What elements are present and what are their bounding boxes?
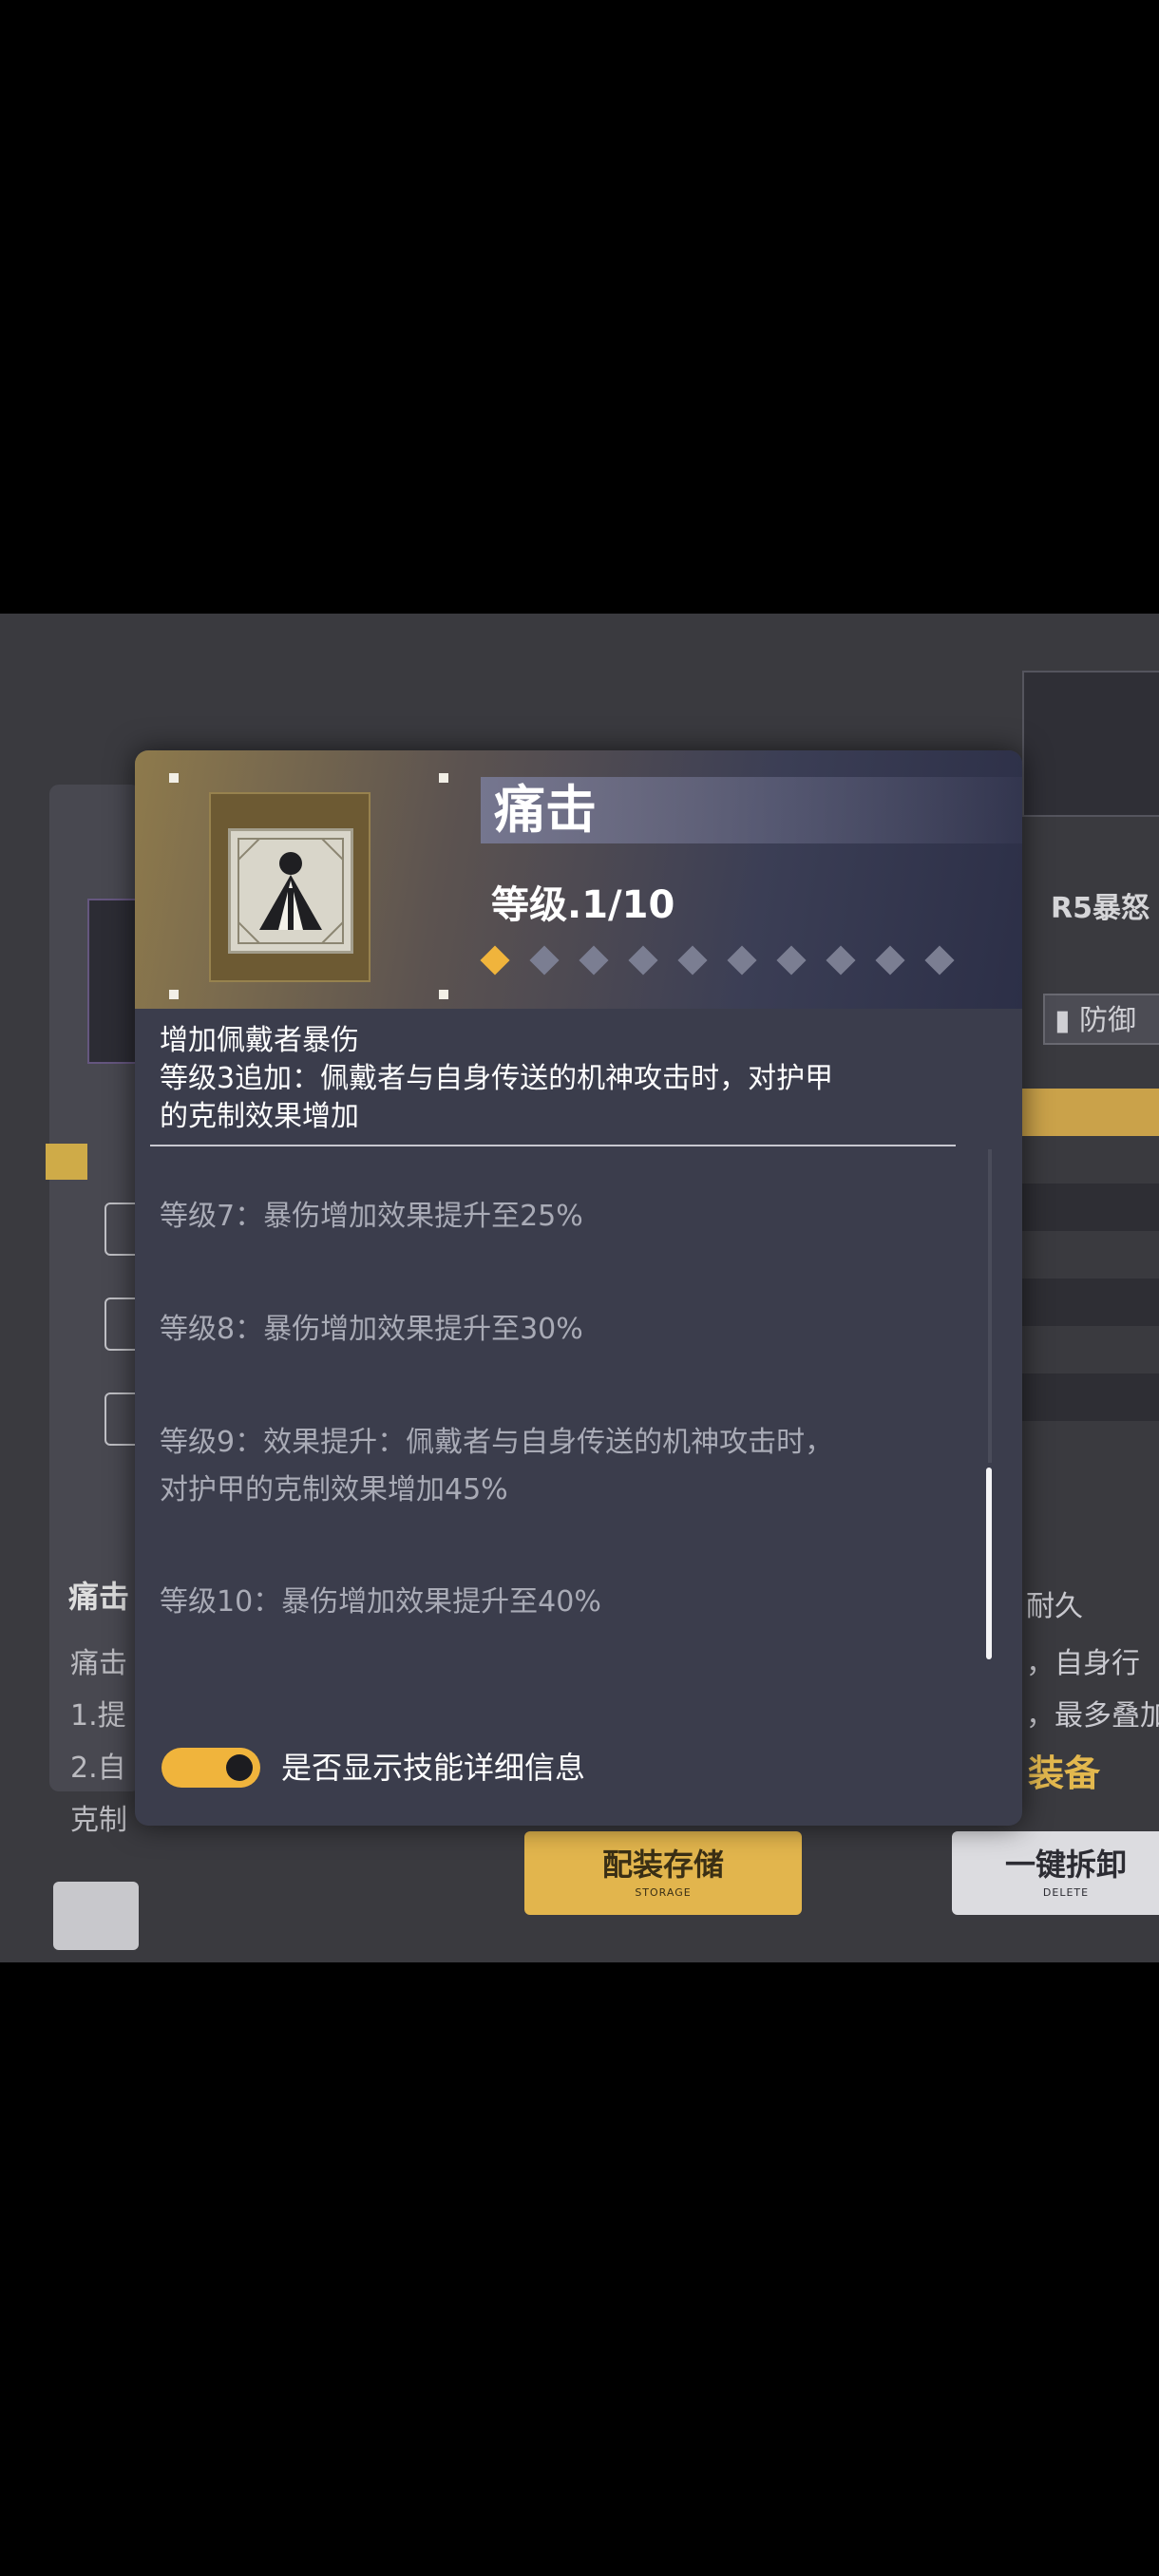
- background-text-line: ，最多叠加: [1026, 1699, 1159, 1733]
- background-left-panel: 痛击 痛击 1.提 2.自 克制: [46, 785, 148, 1950]
- level-diamond-empty: [875, 945, 905, 975]
- level-diamond-empty: [579, 945, 609, 975]
- skill-icon: [228, 828, 353, 954]
- background-skill-title: 痛击: [68, 1579, 130, 1615]
- background-text-line: 耐久: [1026, 1590, 1083, 1623]
- background-bar: [1007, 1279, 1159, 1326]
- skill-icon-frame: [209, 792, 370, 982]
- background-text-line: 2.自: [70, 1752, 126, 1785]
- background-text-line: 痛击: [70, 1647, 127, 1680]
- shield-icon: ▮: [1054, 1004, 1080, 1037]
- level-diamond-empty: [924, 945, 955, 975]
- level-diamond-filled: [480, 945, 510, 975]
- corner-decoration: [169, 990, 179, 999]
- scrollbar-thumb[interactable]: [986, 1468, 992, 1659]
- background-bar: [1007, 1089, 1159, 1136]
- corner-decoration: [169, 773, 179, 783]
- corner-decoration: [439, 773, 448, 783]
- description-line: 增加佩戴者暴伤: [160, 1024, 359, 1057]
- level-detail: 等级9：效果提升：佩戴者与自身传送的机神攻击时，: [160, 1426, 834, 1459]
- emblem-icon: [1022, 671, 1159, 817]
- description-line: 的克制效果增加: [160, 1100, 359, 1133]
- equip-button[interactable]: 装备: [1028, 1744, 1100, 1796]
- level-diamond-empty: [529, 945, 560, 975]
- description-line: 等级3追加：佩戴者与自身传送的机神攻击时，对护甲: [160, 1062, 834, 1095]
- detail-toggle[interactable]: [162, 1748, 260, 1788]
- toggle-label: 是否显示技能详细信息: [281, 1750, 586, 1786]
- level-detail: 等级8：暴伤增加效果提升至30%: [160, 1313, 583, 1346]
- skill-description: 增加佩戴者暴伤 等级3追加：佩戴者与自身传送的机神攻击时，对护甲 的克制效果增加: [160, 1022, 833, 1136]
- modal-header: 痛击 等级.1/10: [135, 750, 1022, 1009]
- delete-button[interactable]: 一键拆卸 DELETE: [952, 1831, 1159, 1915]
- background-left-button: [53, 1882, 139, 1950]
- defense-badge: ▮ 防御: [1043, 994, 1159, 1045]
- background-bar: [1007, 1373, 1159, 1421]
- level-diamond-empty: [826, 945, 856, 975]
- scrollbar-track: [988, 1149, 992, 1463]
- background-bar: [1007, 1184, 1159, 1231]
- background-tag: [46, 1144, 87, 1180]
- level-detail: 对护甲的克制效果增加45%: [160, 1473, 508, 1506]
- background-text-line: 1.提: [70, 1699, 126, 1733]
- storage-button[interactable]: 配装存储 STORAGE: [524, 1831, 802, 1915]
- level-diamond-empty: [677, 945, 708, 975]
- skill-detail-modal: 痛击 等级.1/10 增加佩戴者暴伤 等级3追加：佩戴者与自身传送的机神攻击时，…: [135, 750, 1022, 1826]
- skill-level: 等级.1/10: [491, 883, 675, 927]
- background-item-title: R5暴怒: [1051, 892, 1150, 925]
- background-text-line: ，自身行: [1026, 1647, 1140, 1680]
- level-diamond-empty: [727, 945, 757, 975]
- level-detail: 等级10：暴伤增加效果提升至40%: [160, 1585, 601, 1619]
- level-detail: 等级7：暴伤增加效果提升至25%: [160, 1200, 583, 1233]
- corner-decoration: [439, 990, 448, 999]
- divider: [150, 1145, 956, 1146]
- level-diamond-empty: [776, 945, 807, 975]
- level-diamond-empty: [628, 945, 658, 975]
- skill-title: 痛击: [494, 780, 597, 840]
- toggle-knob: [226, 1754, 253, 1781]
- background-right-panel: R5暴怒 ▮ 防御 耐久 ，自身行 ，最多叠加 装备: [1007, 671, 1159, 1794]
- background-text-line: 克制: [70, 1804, 127, 1837]
